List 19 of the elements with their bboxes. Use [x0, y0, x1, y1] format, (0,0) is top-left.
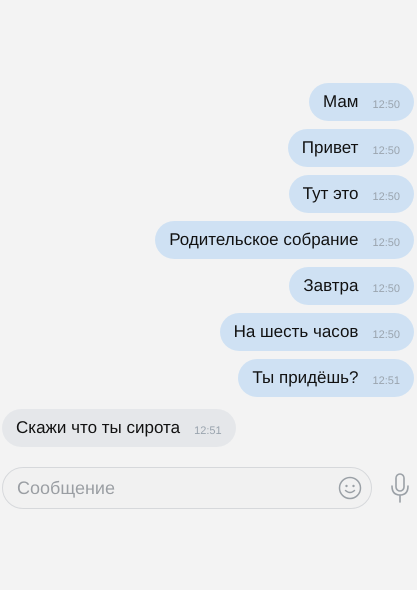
microphone-icon[interactable]	[390, 473, 410, 503]
message-time: 12:50	[372, 283, 400, 295]
message-time: 12:50	[372, 145, 400, 157]
message-text: Тут это	[302, 184, 358, 204]
message-text: Мам	[322, 92, 358, 112]
message-text: Скажи что ты сирота	[16, 418, 180, 438]
smiley-icon[interactable]	[338, 476, 362, 500]
message-text: Завтра	[303, 276, 358, 296]
message-time: 12:50	[372, 99, 400, 111]
message-time: 12:51	[372, 375, 400, 387]
message-text: Ты придёшь?	[252, 368, 358, 388]
message-time: 12:51	[194, 425, 222, 437]
message-text: Привет	[302, 138, 358, 158]
message-text: Родительское собрание	[169, 230, 358, 250]
message-time: 12:50	[372, 191, 400, 203]
message-text: На шесть часов	[234, 322, 358, 342]
message-field[interactable]: Сообщение	[2, 467, 372, 509]
message-time: 12:50	[372, 237, 400, 249]
message-time: 12:50	[372, 329, 400, 341]
